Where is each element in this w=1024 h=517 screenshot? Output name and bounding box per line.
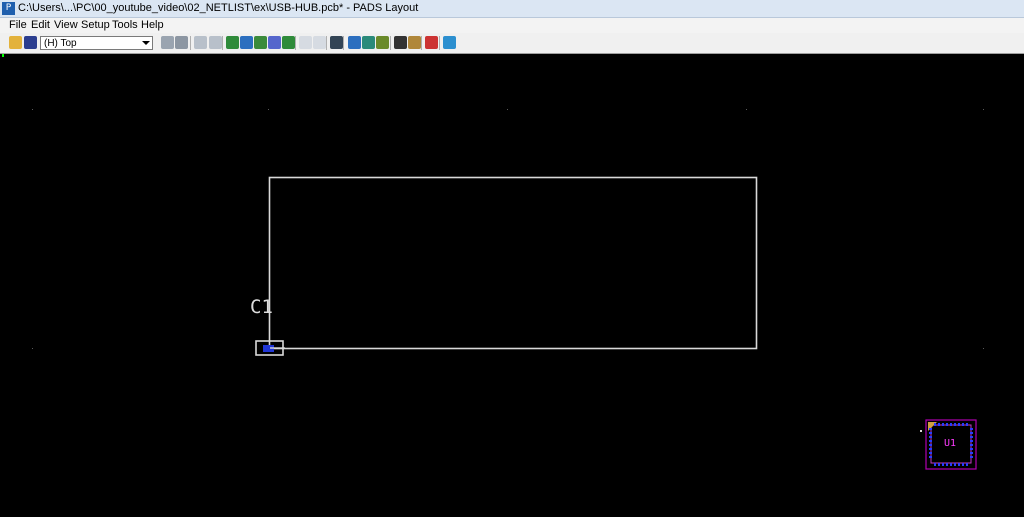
zoom-icon[interactable]	[330, 36, 343, 49]
layer-colors-icon[interactable]	[362, 36, 375, 49]
save-icon[interactable]	[24, 36, 37, 49]
toolbar-separator	[390, 36, 391, 50]
grid-icon[interactable]	[194, 36, 207, 49]
board-outline[interactable]	[268, 176, 758, 350]
undo-icon[interactable]	[299, 36, 312, 49]
open-icon[interactable]	[9, 36, 22, 49]
menu-view[interactable]: View	[54, 19, 78, 32]
pcb-drawing	[2, 54, 984, 470]
push-icon[interactable]	[282, 36, 295, 49]
route-icon[interactable]	[226, 36, 239, 49]
refdes-u1[interactable]: U1	[944, 438, 956, 449]
menu-edit[interactable]: Edit	[31, 19, 50, 32]
sketch-route-icon[interactable]	[376, 36, 389, 49]
redo-icon[interactable]	[313, 36, 326, 49]
window-title: C:\Users\...\PC\00_youtube_video\02_NETL…	[18, 2, 419, 14]
design-rules-icon[interactable]	[348, 36, 361, 49]
layer-select[interactable]: (H) Top	[40, 36, 153, 50]
chevron-down-icon[interactable]	[142, 41, 150, 45]
board-outline-icon[interactable]	[254, 36, 267, 49]
toolbar-separator	[190, 36, 191, 50]
menu-help[interactable]: Help	[141, 19, 164, 32]
layer-select-value: (H) Top	[44, 38, 77, 49]
toolbar-separator	[222, 36, 223, 50]
toolbar-separator	[295, 36, 296, 50]
component-icon[interactable]	[240, 36, 253, 49]
verify-design-icon[interactable]	[425, 36, 438, 49]
zoom-previous-icon[interactable]	[175, 36, 188, 49]
toolbar: (H) Top	[0, 33, 1024, 54]
origin-marker	[2, 54, 4, 57]
toolbar-separator	[421, 36, 422, 50]
report-icon[interactable]	[443, 36, 456, 49]
menu-bar: File Edit View Setup Tools Help	[0, 18, 1024, 33]
refdes-c1[interactable]: C1	[250, 296, 273, 318]
menu-setup[interactable]: Setup	[81, 19, 110, 32]
window-icon[interactable]	[408, 36, 421, 49]
copy-icon[interactable]	[209, 36, 222, 49]
grid-dots	[32, 109, 984, 349]
menu-tools[interactable]: Tools	[112, 19, 138, 32]
toolbar-separator	[439, 36, 440, 50]
move-icon[interactable]	[268, 36, 281, 49]
title-bar: P C:\Users\...\PC\00_youtube_video\02_NE…	[0, 0, 1024, 18]
properties-icon[interactable]	[161, 36, 174, 49]
display-icon[interactable]	[394, 36, 407, 49]
pcb-design-canvas[interactable]: C1 U1	[0, 54, 1024, 517]
toolbar-separator	[343, 36, 344, 50]
toolbar-separator	[326, 36, 327, 50]
menu-file[interactable]: File	[9, 19, 27, 32]
pads-layout-icon: P	[2, 2, 15, 15]
